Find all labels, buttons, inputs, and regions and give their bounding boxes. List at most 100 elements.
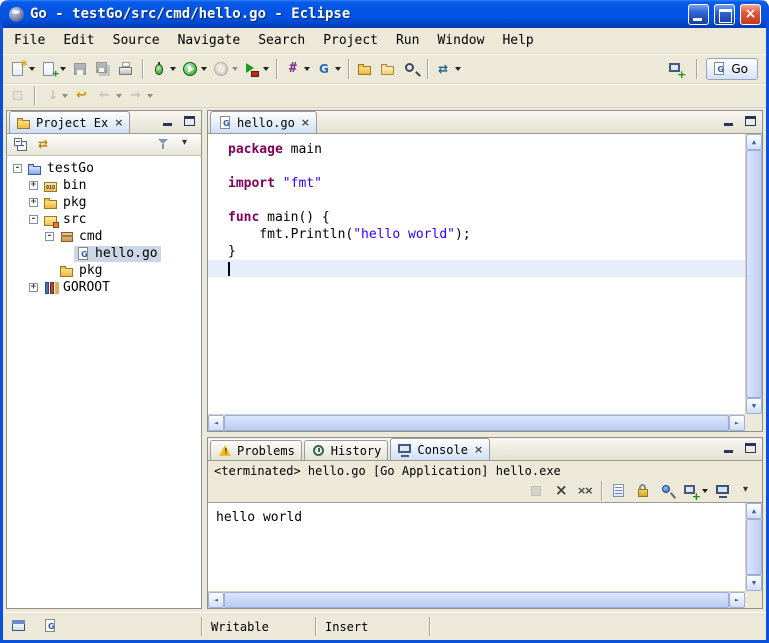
editor-horizontal-scrollbar[interactable]: ◄ ► (208, 414, 745, 431)
dropdown-arrow-icon[interactable] (455, 67, 461, 71)
console-horizontal-scrollbar[interactable]: ◄ ► (208, 591, 745, 608)
dropdown-arrow-icon[interactable] (232, 67, 238, 71)
print-button[interactable] (115, 58, 138, 81)
scrollbar-thumb[interactable] (746, 150, 762, 398)
scroll-left-button[interactable]: ◄ (208, 415, 224, 431)
expand-toggle-icon[interactable]: + (29, 181, 38, 190)
search-button[interactable] (400, 58, 423, 81)
minimize-console-button[interactable] (720, 441, 739, 457)
new-wizard-button[interactable] (7, 58, 38, 81)
code-line[interactable]: } (208, 243, 745, 260)
link-with-editor-button[interactable] (33, 133, 56, 156)
godoc-button[interactable] (313, 58, 344, 81)
menu-navigate[interactable]: Navigate (169, 30, 250, 51)
minimize-button[interactable] (688, 4, 709, 25)
tab-project-explorer[interactable]: Project Ex × (9, 111, 130, 133)
maximize-button[interactable] (714, 4, 735, 25)
remove-launch-button[interactable] (549, 480, 572, 503)
collapse-toggle-icon[interactable]: - (45, 232, 54, 241)
console-view-menu-button[interactable] (736, 480, 759, 503)
build-status-button[interactable] (42, 618, 59, 635)
pin-console-button[interactable] (656, 480, 679, 503)
dropdown-arrow-icon[interactable] (62, 94, 68, 98)
menu-help[interactable]: Help (493, 30, 542, 51)
tree-item-pkg[interactable]: +pkg (7, 194, 201, 211)
collapse-toggle-icon[interactable]: - (13, 164, 22, 173)
last-edit-location-button[interactable] (71, 85, 94, 108)
go-perspective-button[interactable]: Go (706, 58, 758, 80)
dropdown-arrow-icon[interactable] (304, 67, 310, 71)
dropdown-arrow-icon[interactable] (170, 67, 176, 71)
open-perspective-button[interactable] (665, 58, 688, 81)
tree-item-testgo[interactable]: -testGo (7, 160, 201, 177)
tab-problems[interactable]: Problems (210, 440, 302, 460)
menu-edit[interactable]: Edit (54, 30, 103, 51)
synchronize-button[interactable] (433, 58, 464, 81)
close-button[interactable]: × (740, 4, 761, 25)
console-output[interactable]: hello world (208, 503, 745, 591)
minimize-view-button[interactable] (159, 114, 178, 130)
minimize-editor-button[interactable] (720, 114, 739, 130)
menu-project[interactable]: Project (314, 30, 387, 51)
go-tool-button[interactable] (282, 58, 313, 81)
scrollbar-thumb[interactable] (746, 519, 762, 575)
tab-hello-go[interactable]: hello.go × (210, 111, 317, 133)
menu-window[interactable]: Window (428, 30, 493, 51)
dropdown-arrow-icon[interactable] (335, 67, 341, 71)
view-filter-button[interactable] (152, 133, 175, 156)
scrollbar-thumb[interactable] (224, 415, 729, 431)
scroll-down-button[interactable]: ▼ (746, 575, 762, 591)
tree-item-src[interactable]: -src (7, 211, 201, 228)
menu-search[interactable]: Search (249, 30, 314, 51)
code-line[interactable]: package main (208, 141, 745, 158)
maximize-editor-button[interactable] (741, 114, 760, 130)
collapse-toggle-icon[interactable]: - (29, 215, 38, 224)
expand-toggle-icon[interactable]: + (29, 283, 38, 292)
code-line[interactable] (208, 192, 745, 209)
maximize-console-button[interactable] (741, 441, 760, 457)
open-project-button[interactable] (377, 58, 400, 81)
external-tools-button[interactable] (241, 58, 272, 81)
run-button[interactable] (179, 58, 210, 81)
tab-history[interactable]: History (304, 440, 389, 460)
scroll-right-button[interactable]: ► (729, 415, 745, 431)
dropdown-arrow-icon[interactable] (201, 67, 207, 71)
expand-toggle-icon[interactable]: + (29, 198, 38, 207)
tree-item-pkg[interactable]: pkg (7, 262, 201, 279)
code-line[interactable]: import "fmt" (208, 175, 745, 192)
close-editor-icon[interactable]: × (301, 116, 310, 129)
editor-vertical-scrollbar[interactable]: ▲ ▼ (745, 134, 762, 414)
dropdown-arrow-icon[interactable] (60, 67, 66, 71)
dropdown-arrow-icon[interactable] (263, 67, 269, 71)
console-vertical-scrollbar[interactable]: ▲ ▼ (745, 503, 762, 591)
dropdown-arrow-icon[interactable] (116, 94, 122, 98)
dropdown-arrow-icon[interactable] (147, 94, 153, 98)
code-line[interactable] (208, 260, 745, 277)
open-resource-button[interactable] (354, 58, 377, 81)
close-view-icon[interactable]: × (474, 443, 483, 456)
tab-console[interactable]: Console× (390, 438, 490, 460)
dropdown-arrow-icon[interactable] (29, 67, 35, 71)
code-line[interactable]: func main() { (208, 209, 745, 226)
tree-item-goroot[interactable]: +GOROOT (7, 279, 201, 296)
scroll-lock-button[interactable] (632, 480, 655, 503)
debug-button[interactable] (148, 58, 179, 81)
tree-item-cmd[interactable]: -cmd (7, 228, 201, 245)
scroll-left-button[interactable]: ◄ (208, 592, 224, 608)
menu-source[interactable]: Source (104, 30, 169, 51)
menu-file[interactable]: File (5, 30, 54, 51)
code-line[interactable] (208, 158, 745, 175)
scrollbar-thumb[interactable] (224, 592, 729, 608)
new-element-button[interactable] (38, 58, 69, 81)
close-view-icon[interactable]: × (114, 116, 123, 129)
tree-item-bin[interactable]: +bin (7, 177, 201, 194)
open-console-button[interactable] (680, 480, 711, 503)
scroll-right-button[interactable]: ► (729, 592, 745, 608)
scroll-up-button[interactable]: ▲ (746, 134, 762, 150)
clear-console-button[interactable] (608, 480, 631, 503)
view-menu-button[interactable] (175, 133, 198, 156)
code-area[interactable]: package mainimport "fmt"func main() { fm… (208, 134, 745, 414)
collapse-all-button[interactable] (10, 133, 33, 156)
fast-view-button[interactable] (11, 618, 28, 635)
scroll-up-button[interactable]: ▲ (746, 503, 762, 519)
